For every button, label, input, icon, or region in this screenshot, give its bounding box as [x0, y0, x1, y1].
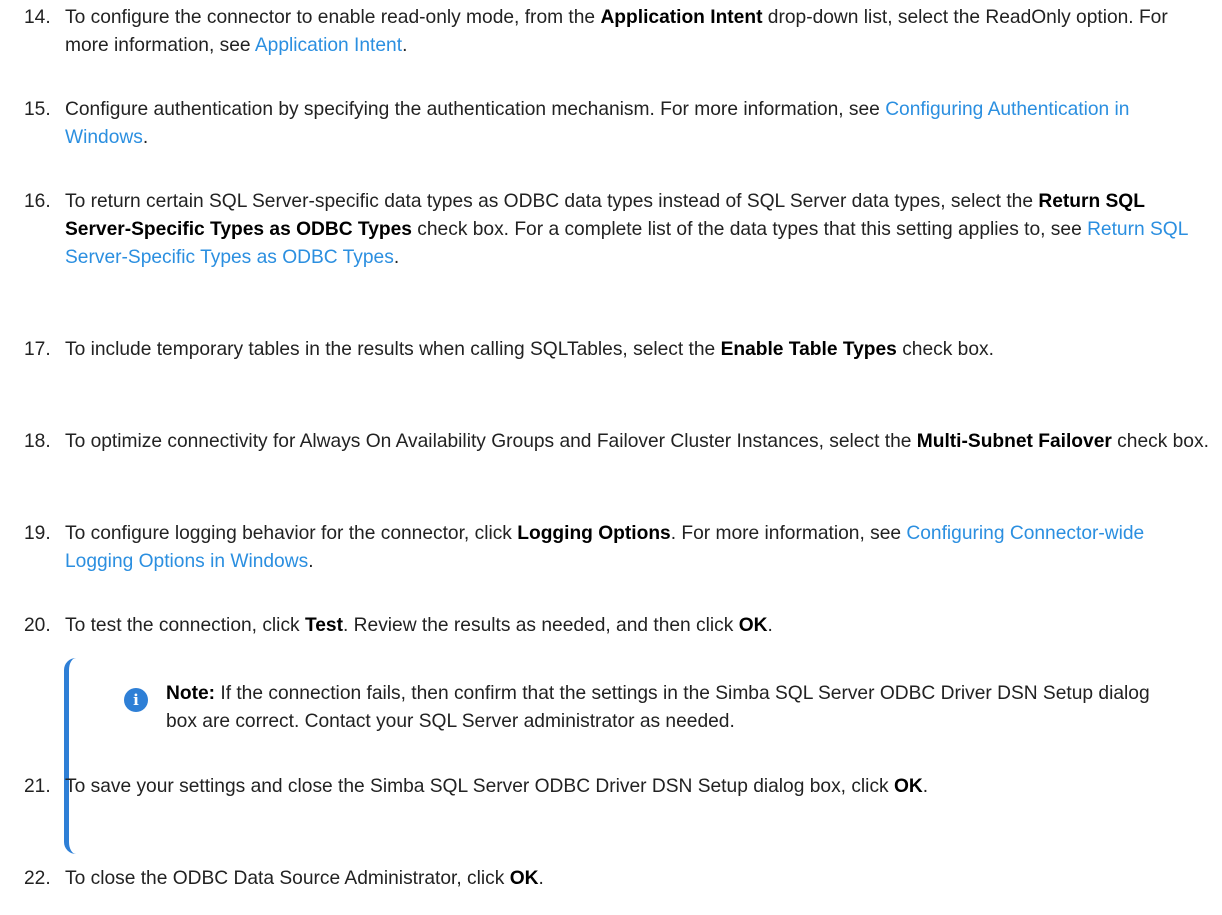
note-callout: i Note: If the connection fails, then co…: [64, 658, 1184, 854]
step-text-run: .: [922, 776, 929, 797]
step-text: To include temporary tables in the resul…: [65, 336, 1210, 364]
step-text: Configure authentication by specifying t…: [65, 96, 1210, 152]
step-text-run: . For more information, see: [670, 523, 907, 544]
step-text-run: To close the ODBC Data Source Administra…: [65, 868, 510, 889]
step-number: 18.: [24, 431, 51, 452]
step-text-run: .: [393, 247, 400, 268]
step-text: To test the connection, click Test. Revi…: [65, 612, 1210, 640]
step-text-run: Configure authentication by specifying t…: [65, 99, 886, 120]
step-text-run: To include temporary tables in the resul…: [65, 339, 721, 360]
step-number: 15.: [24, 99, 51, 120]
step-number: 17.: [24, 339, 51, 360]
ui-term: OK: [893, 776, 923, 797]
step-text-run: . Review the results as needed, and then…: [343, 615, 739, 636]
step-text: To close the ODBC Data Source Administra…: [65, 865, 1210, 893]
ui-term: OK: [738, 615, 768, 636]
step-text-run: To save your settings and close the Simb…: [65, 776, 894, 797]
step-text: To save your settings and close the Simb…: [65, 773, 1210, 801]
ui-term: Logging Options: [517, 523, 671, 544]
ui-term: Enable Table Types: [720, 339, 897, 360]
step-number: 21.: [24, 776, 51, 797]
step-number: 22.: [24, 868, 51, 889]
ui-term: Application Intent: [600, 7, 763, 28]
step-text-run: .: [538, 868, 544, 889]
step-text-run: To test the connection, click: [65, 615, 305, 636]
step-text-run: check box.: [896, 339, 994, 360]
step-text-run: To configure logging behavior for the co…: [65, 523, 518, 544]
step-text-run: To configure the connector to enable rea…: [65, 7, 601, 28]
step-text-run: .: [308, 551, 314, 572]
step-text: To configure the connector to enable rea…: [65, 4, 1210, 60]
step-number: 16.: [24, 191, 51, 212]
step-number: 20.: [24, 615, 51, 636]
link-application-intent[interactable]: Application Intent: [255, 35, 402, 56]
note-text: Note: If the connection fails, then conf…: [166, 680, 1166, 736]
step-text-run: check box.: [1111, 431, 1209, 452]
step-text-run: .: [142, 127, 149, 148]
step-text-run: check box. For a complete list of the da…: [411, 219, 1088, 240]
step-number: 19.: [24, 523, 51, 544]
step-text-run: .: [402, 35, 408, 56]
step-text-run: To optimize connectivity for Always On A…: [65, 431, 917, 452]
note-body: If the connection fails, then confirm th…: [166, 683, 1150, 732]
ui-term: Test: [304, 615, 343, 636]
step-text: To optimize connectivity for Always On A…: [65, 428, 1210, 456]
info-icon: i: [124, 688, 148, 712]
step-number: 14.: [24, 7, 51, 28]
step-text-run: .: [767, 615, 773, 636]
step-text-run: To return certain SQL Server-specific da…: [65, 191, 1039, 212]
step-text: To return certain SQL Server-specific da…: [65, 188, 1210, 272]
ui-term: OK: [509, 868, 539, 889]
note-label: Note:: [166, 683, 216, 704]
note-accent-bar: [64, 658, 76, 854]
ui-term: Multi-Subnet Failover: [916, 431, 1112, 452]
step-text: To configure logging behavior for the co…: [65, 520, 1210, 576]
